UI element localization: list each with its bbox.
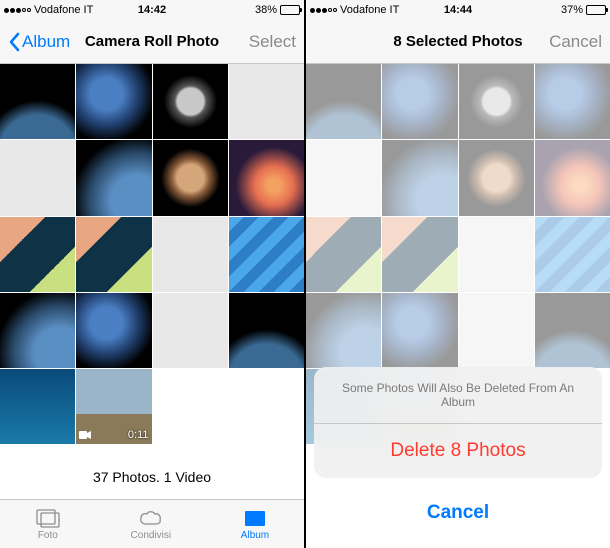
battery-icon (280, 5, 300, 15)
photo-grid-empty (229, 369, 304, 444)
delete-photos-button[interactable]: Delete 8 Photos (314, 424, 602, 478)
photo-thumbnail[interactable] (76, 140, 151, 215)
tab-foto[interactable]: Foto (35, 508, 61, 541)
back-label: Album (22, 32, 70, 52)
photo-count-label: 37 Photos. 1 Video (0, 455, 304, 499)
nav-title: Camera Roll Photo (85, 33, 219, 50)
tab-bar: Foto Condivisi Album (0, 499, 304, 548)
back-button[interactable]: Album (8, 32, 70, 52)
video-badge: 0:11 (79, 429, 148, 441)
cloud-icon (138, 508, 164, 528)
battery-percent-label: 38% (255, 4, 277, 16)
photo-thumbnail[interactable] (229, 140, 304, 215)
select-button[interactable]: Select (249, 32, 296, 52)
photo-grid-empty (153, 369, 228, 444)
action-sheet-group: Some Photos Will Also Be Deleted From An… (314, 367, 602, 478)
photo-grid: 0:11 (0, 64, 304, 455)
tab-condivisi[interactable]: Condivisi (131, 508, 172, 541)
screen-select-mode: Vodafone IT 14:44 37% 8 Selected Photos … (306, 0, 610, 548)
photo-thumbnail[interactable] (153, 293, 228, 368)
photo-thumbnail[interactable] (229, 64, 304, 139)
photo-thumbnail[interactable] (76, 293, 151, 368)
tab-label: Album (241, 530, 269, 541)
photo-thumbnail[interactable] (0, 217, 75, 292)
photo-thumbnail[interactable] (153, 140, 228, 215)
status-bar: Vodafone IT 14:42 38% (0, 0, 304, 20)
video-duration-label: 0:11 (128, 429, 149, 441)
photo-thumbnail[interactable] (229, 293, 304, 368)
nav-bar: Album Camera Roll Photo Select (0, 20, 304, 64)
photo-thumbnail[interactable] (76, 217, 151, 292)
chevron-left-icon (8, 32, 20, 52)
cancel-button[interactable]: Cancel (314, 486, 602, 540)
action-sheet-message: Some Photos Will Also Be Deleted From An… (314, 367, 602, 424)
carrier-label: Vodafone IT (34, 4, 93, 16)
photos-icon (35, 508, 61, 528)
tab-label: Condivisi (131, 530, 172, 541)
photo-thumbnail[interactable] (153, 64, 228, 139)
photo-thumbnail[interactable] (76, 64, 151, 139)
photo-thumbnail[interactable] (229, 217, 304, 292)
photo-thumbnail[interactable] (0, 369, 75, 444)
tab-label: Foto (38, 530, 58, 541)
signal-strength-icon (4, 8, 31, 13)
photo-thumbnail[interactable] (0, 140, 75, 215)
action-sheet: Some Photos Will Also Be Deleted From An… (306, 0, 610, 548)
photo-thumbnail[interactable] (0, 64, 75, 139)
video-icon (79, 431, 91, 439)
photo-thumbnail[interactable] (0, 293, 75, 368)
photo-thumbnail[interactable] (153, 217, 228, 292)
screen-album-view: Vodafone IT 14:42 38% Album Camera Roll … (0, 0, 304, 548)
album-icon (242, 508, 268, 528)
tab-album[interactable]: Album (241, 508, 269, 541)
photo-thumbnail[interactable]: 0:11 (76, 369, 151, 444)
clock-label: 14:42 (138, 4, 166, 16)
